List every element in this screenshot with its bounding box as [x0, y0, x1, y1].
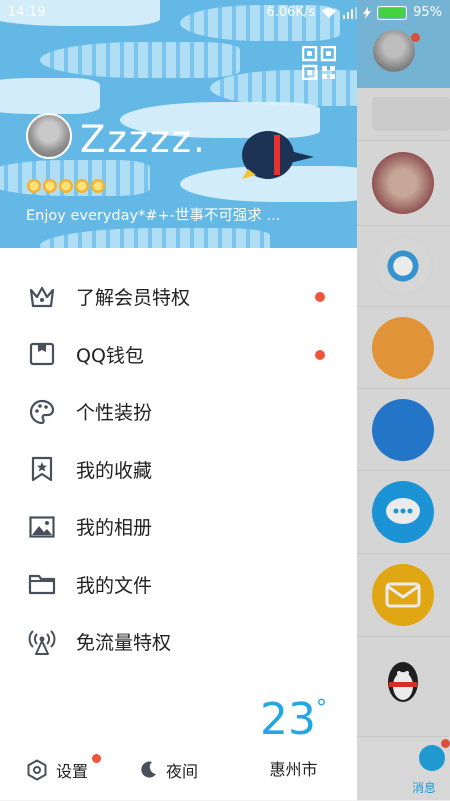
menu-item-label: 我的文件	[76, 574, 153, 597]
folder-icon	[28, 570, 56, 598]
qr-code-icon[interactable]	[302, 46, 336, 80]
temperature-value: 23	[260, 694, 316, 745]
menu-item-label: 我的收藏	[76, 459, 153, 482]
image-icon	[28, 513, 56, 541]
menu-item-personalize[interactable]: 个性装扮	[0, 383, 357, 441]
star-icon	[91, 179, 105, 193]
profile-avatar[interactable]	[26, 113, 72, 159]
crown-icon	[28, 283, 56, 311]
charging-icon	[363, 6, 372, 19]
menu-item-qq-wallet[interactable]: QQ钱包	[0, 326, 357, 384]
temperature: 23°	[260, 696, 327, 744]
side-drawer: Zzzzz. Enjoy everyday*#+-世事不可强求 ... 了解会员…	[0, 0, 357, 800]
settings-icon	[27, 759, 47, 781]
profile-header: Zzzzz. Enjoy everyday*#+-世事不可强求 ...	[0, 0, 357, 248]
menu-item-label: 我的相册	[76, 517, 153, 540]
drawer-menu: 了解会员特权 QQ钱包 个性装扮 我的收藏 我的相册 我的文件 免流量特权	[0, 268, 357, 671]
new-dot-badge	[315, 349, 325, 360]
level-icons[interactable]	[27, 179, 105, 193]
menu-item-free-data[interactable]: 免流量特权	[0, 613, 357, 671]
signal-bars-icon	[343, 6, 358, 19]
signal-icon	[28, 628, 56, 656]
battery-percent: 95%	[413, 5, 442, 20]
menu-item-favorites[interactable]: 我的收藏	[0, 441, 357, 499]
bookmark-icon	[28, 455, 56, 483]
wifi-icon	[322, 7, 337, 18]
night-mode-button[interactable]: 夜间	[138, 758, 198, 782]
sun-icon	[43, 179, 57, 193]
menu-item-label: QQ钱包	[76, 344, 144, 367]
fish-decoration	[0, 78, 100, 114]
settings-badge	[92, 754, 101, 763]
fish-decoration	[40, 228, 270, 248]
night-mode-label: 夜间	[166, 762, 199, 781]
profile-signature[interactable]: Enjoy everyday*#+-世事不可强求 ...	[26, 204, 326, 225]
menu-item-files[interactable]: 我的文件	[0, 556, 357, 614]
menu-item-label: 了解会员特权	[76, 287, 191, 310]
settings-label: 设置	[56, 762, 89, 781]
temperature-unit: °	[316, 696, 327, 721]
status-time: 14:19	[8, 5, 46, 20]
menu-item-vip-privileges[interactable]: 了解会员特权	[0, 268, 357, 326]
moon-icon	[141, 761, 156, 778]
sun-icon	[27, 179, 41, 193]
profile-nickname[interactable]: Zzzzz.	[80, 118, 207, 161]
status-bar: 14:19 6.06K/s 95%	[0, 0, 450, 26]
network-speed: 6.06K/s	[266, 5, 316, 20]
menu-item-label: 免流量特权	[76, 632, 172, 655]
star-icon	[75, 179, 89, 193]
drawer-bottom-bar: 设置 夜间	[0, 748, 357, 792]
drawer-dim-overlay[interactable]	[357, 0, 450, 800]
wallet-icon	[28, 340, 56, 368]
sun-icon	[59, 179, 73, 193]
settings-button[interactable]: 设置	[26, 754, 101, 782]
palette-icon	[28, 398, 56, 426]
menu-item-album[interactable]: 我的相册	[0, 498, 357, 556]
penguin-decoration	[242, 131, 314, 179]
fish-decoration	[40, 42, 240, 78]
status-right: 6.06K/s 95%	[266, 5, 442, 20]
menu-item-label: 个性装扮	[76, 402, 153, 425]
battery-icon	[377, 5, 408, 20]
new-dot-badge	[315, 292, 325, 302]
